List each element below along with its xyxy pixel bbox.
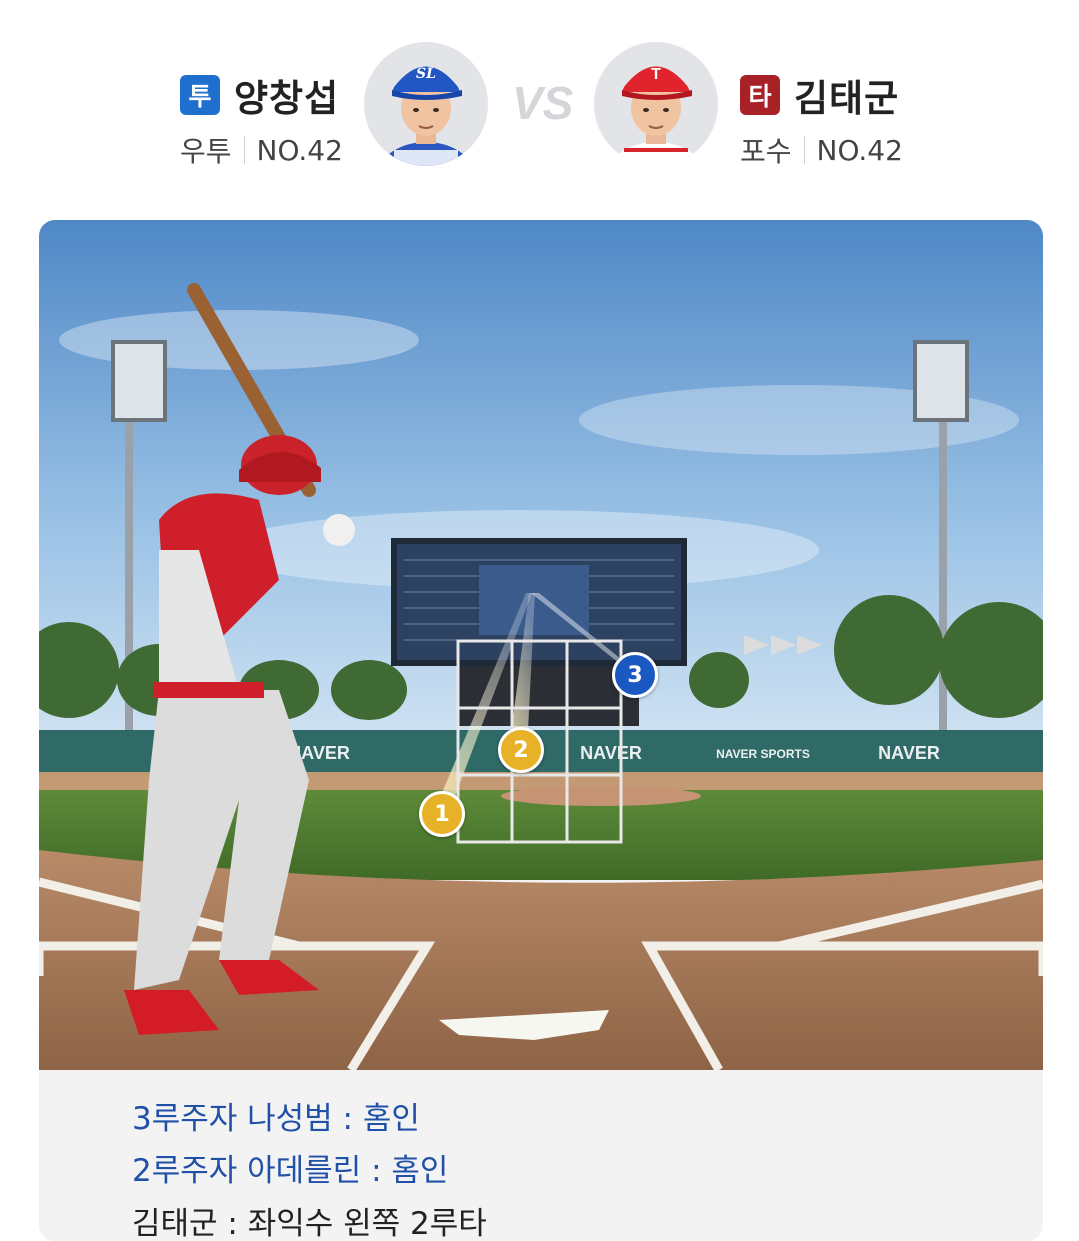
baseball-field-scene: NAVER NAVER NAVER NAVER SPORTS — [39, 220, 1043, 1070]
pitcher-name[interactable]: 양창섭 — [234, 68, 339, 122]
play-log-item: 김태군 : 좌익수 왼쪽 2루타 — [132, 1206, 487, 1241]
batter-info: 타 김태군 포수 NO.42 — [740, 70, 903, 170]
batter-name[interactable]: 김태군 — [794, 68, 899, 122]
svg-text:SL: SL — [416, 66, 436, 82]
matchup-header: 투 양창섭 우투 NO.42 SL VS T 타 김태군 포수 NO.42 — [0, 0, 1079, 200]
pitch-marker-2[interactable]: 2 — [498, 727, 544, 773]
play-log-item: 2루주자 아데를린 : 홈인 — [132, 1153, 449, 1189]
vs-label: VS — [512, 77, 574, 129]
pitch-field-card: NAVER NAVER NAVER NAVER SPORTS 1 2 3 3루주… — [39, 220, 1043, 1241]
pitcher-number: NO.42 — [256, 133, 343, 167]
pitch-marker-3[interactable]: 3 — [612, 652, 658, 698]
pitcher-info: 투 양창섭 우투 NO.42 — [180, 70, 343, 170]
batter-number: NO.42 — [816, 133, 903, 167]
svg-text:NAVER SPORTS: NAVER SPORTS — [716, 747, 810, 761]
divider — [803, 136, 805, 164]
divider — [243, 136, 245, 164]
svg-text:T: T — [651, 66, 661, 83]
pitcher-avatar[interactable]: SL — [364, 42, 488, 166]
batter-role-badge: 타 — [740, 75, 780, 115]
batter-avatar[interactable]: T — [594, 42, 718, 166]
pitch-marker-1[interactable]: 1 — [419, 791, 465, 837]
pitcher-role-badge: 투 — [180, 75, 220, 115]
svg-text:NAVER: NAVER — [878, 743, 940, 763]
batter-position: 포수 — [740, 135, 792, 168]
svg-text:NAVER: NAVER — [580, 743, 642, 763]
play-log-item: 3루주자 나성범 : 홈인 — [132, 1101, 420, 1137]
pitcher-throws: 우투 — [180, 135, 232, 168]
